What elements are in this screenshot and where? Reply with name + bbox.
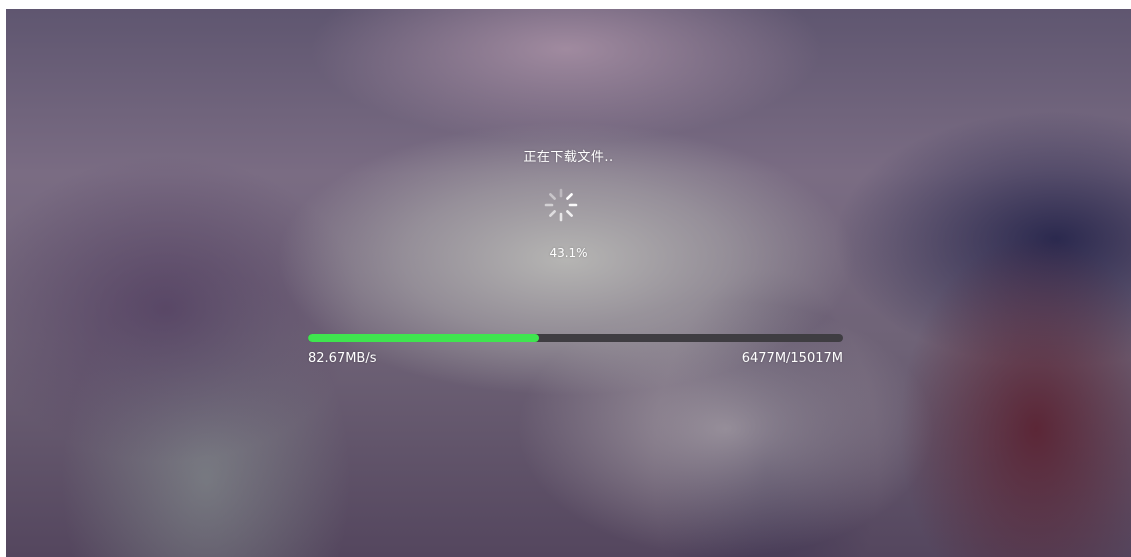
download-speed-text: 82.67MB/s: [308, 351, 377, 366]
loading-spinner-icon: [544, 188, 578, 222]
download-progress-fill: [308, 334, 539, 342]
download-size-text: 6477M/15017M: [741, 351, 843, 366]
download-status-text: 正在下载文件..: [523, 150, 614, 165]
download-progress-bar: [308, 334, 843, 342]
download-screen: 正在下载文件.. 43.1% 82.67MB/s 6477M/15017M: [6, 9, 1131, 557]
download-percent-text: 43.1%: [549, 246, 588, 260]
